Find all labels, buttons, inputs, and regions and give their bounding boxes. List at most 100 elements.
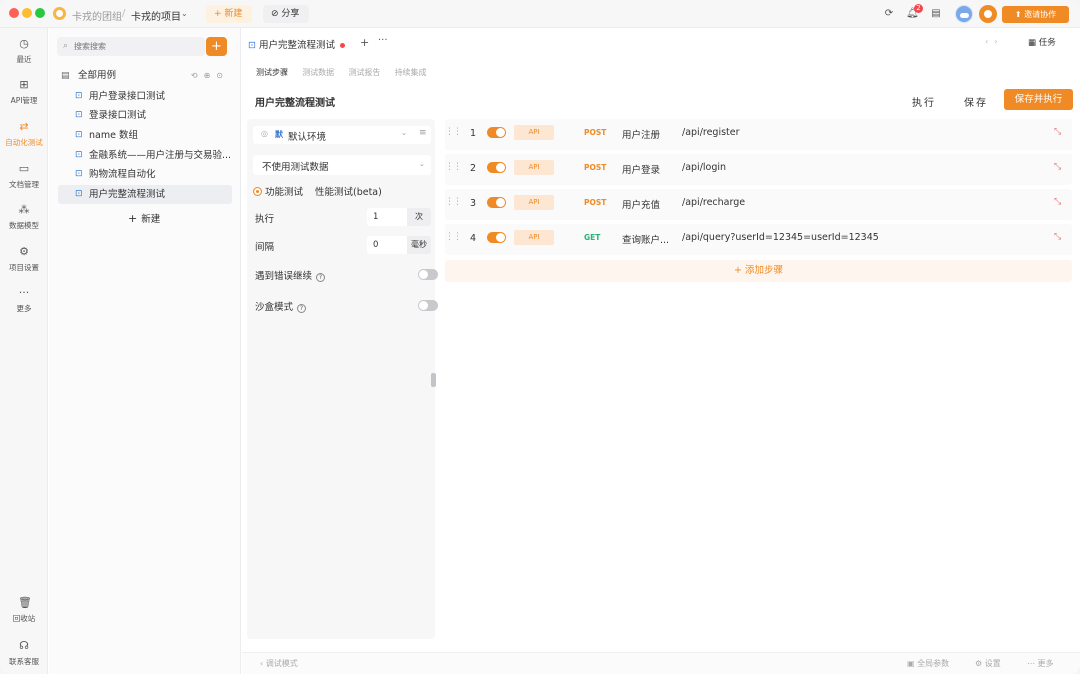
- global-params-button[interactable]: ▣ 全局参数: [907, 658, 949, 669]
- tree-item-label: 金融系统——用户注册与交易验...: [89, 150, 232, 161]
- tree-new-button[interactable]: + 新建: [128, 211, 160, 225]
- step-enabled-toggle[interactable]: [487, 162, 506, 173]
- nav-label: 最近: [16, 55, 32, 64]
- help-icon[interactable]: ?: [316, 273, 326, 282]
- unlink-icon[interactable]: ⤡: [1054, 232, 1061, 242]
- add-case-button[interactable]: +: [206, 37, 227, 56]
- minimize-window-button[interactable]: [22, 8, 32, 18]
- run-count-label: 执行: [255, 214, 275, 225]
- drag-handle-icon[interactable]: ⋮⋮: [445, 127, 462, 137]
- maximize-window-button[interactable]: [35, 8, 45, 18]
- tab-test-data[interactable]: 测试数据: [302, 67, 334, 78]
- search-box[interactable]: ⌕: [57, 37, 205, 56]
- interval-unit[interactable]: 毫秒: [407, 236, 431, 254]
- save-and-run-button[interactable]: 保存并执行: [1004, 89, 1073, 110]
- settings-button[interactable]: ⚙ 设置: [975, 658, 1001, 669]
- tab-test-steps[interactable]: 测试步骤: [256, 67, 288, 78]
- step-path: /api/register: [682, 127, 740, 138]
- sandbox-toggle[interactable]: [418, 300, 438, 311]
- step-row[interactable]: ⋮⋮ 4 API GET 查询账户... /api/query?userId=1…: [445, 224, 1072, 255]
- close-window-button[interactable]: [9, 8, 19, 18]
- share-button[interactable]: ⊘ 分享: [263, 5, 309, 23]
- step-row[interactable]: ⋮⋮ 2 API POST 用户登录 /api/login ⤡: [445, 154, 1072, 185]
- cloud-avatar[interactable]: [955, 5, 973, 23]
- nav-trash[interactable]: 🗑︎ 回收站: [0, 597, 48, 631]
- nav-data-model[interactable]: ⁂ 数据模型: [0, 204, 48, 238]
- task-button[interactable]: ▦ 任务: [1028, 36, 1056, 48]
- team-name[interactable]: 卡戎的团组: [72, 8, 122, 23]
- automation-icon: ⇄: [19, 120, 29, 133]
- test-case-icon: ⊡: [75, 150, 83, 160]
- drag-handle-icon[interactable]: ⋮⋮: [445, 232, 462, 242]
- panel-resize-handle[interactable]: [431, 373, 436, 387]
- test-data-select[interactable]: 不使用测试数据 ⌄: [253, 155, 431, 175]
- step-type-tag: API: [514, 195, 554, 210]
- gear-icon: ⚙: [975, 659, 985, 668]
- tree-item-label: 用户完整流程测试: [89, 189, 166, 200]
- step-path: /api/recharge: [682, 197, 746, 208]
- step-row[interactable]: ⋮⋮ 1 API POST 用户注册 /api/register ⤡: [445, 119, 1072, 150]
- debug-mode-button[interactable]: ‹ 调试模式: [260, 658, 298, 669]
- nav-automation-test[interactable]: ⇄ 自动化测试: [0, 121, 48, 155]
- step-enabled-toggle[interactable]: [487, 232, 506, 243]
- invite-button[interactable]: ⬆ 邀请协作: [1002, 6, 1069, 23]
- step-enabled-toggle[interactable]: [487, 197, 506, 208]
- tab-ci[interactable]: 持续集成: [395, 67, 427, 78]
- tree-root[interactable]: ▤ 全部用例 ⟲⊕⊙: [61, 68, 231, 84]
- run-count-input[interactable]: [367, 208, 407, 226]
- drag-handle-icon[interactable]: ⋮⋮: [445, 162, 462, 172]
- nav-more[interactable]: ··· 更多: [0, 287, 48, 321]
- tree-item[interactable]: ⊡ name 数组: [58, 126, 232, 145]
- nav-support[interactable]: ☊ 联系客服: [0, 640, 48, 674]
- tree-item[interactable]: ⊡ 用户登录接口测试: [58, 87, 232, 106]
- search-icon: ⌕: [63, 41, 69, 51]
- step-row[interactable]: ⋮⋮ 3 API POST 用户充值 /api/recharge ⤡: [445, 189, 1072, 220]
- user-avatar[interactable]: [979, 5, 997, 23]
- interval-label: 间隔: [255, 242, 275, 253]
- test-case-icon: ⊡: [75, 169, 83, 179]
- nav-recent[interactable]: ◷ 最近: [0, 38, 48, 72]
- nav-api-management[interactable]: ⊞ API管理: [0, 79, 48, 113]
- test-case-icon: ⊡: [75, 91, 83, 101]
- chevron-down-icon[interactable]: ⌄: [181, 9, 188, 18]
- tree-actions[interactable]: ⟲⊕⊙: [191, 68, 229, 84]
- run-config-panel: ◎ 默 默认环境 ⌄ ≡ 不使用测试数据 ⌄ 功能测试 性能测试(beta) 执…: [247, 119, 438, 639]
- search-input[interactable]: [74, 39, 200, 54]
- new-button[interactable]: + 新建: [206, 5, 252, 23]
- tree-item-selected[interactable]: ⊡ 用户完整流程测试: [58, 185, 232, 204]
- more-button[interactable]: ⋯ 更多: [1027, 658, 1054, 669]
- tree-item[interactable]: ⊡ 登录接口测试: [58, 106, 232, 125]
- nav-doc-management[interactable]: ▭ 文档管理: [0, 163, 48, 197]
- message-icon[interactable]: ▤: [930, 8, 942, 20]
- tree-item[interactable]: ⊡ 购物流程自动化: [58, 165, 232, 184]
- radio-performance[interactable]: 性能测试(beta): [315, 184, 382, 198]
- tree-item[interactable]: ⊡ 金融系统——用户注册与交易验...: [58, 146, 232, 165]
- sync-icon[interactable]: ⟳: [883, 8, 895, 20]
- tab-more-icon[interactable]: ···: [378, 35, 388, 46]
- drag-handle-icon[interactable]: ⋮⋮: [445, 197, 462, 207]
- tab-test-report[interactable]: 测试报告: [348, 67, 380, 78]
- save-button[interactable]: 保存: [964, 94, 988, 109]
- share-label: 分享: [281, 9, 300, 19]
- project-name[interactable]: 卡戎的项目: [131, 8, 181, 23]
- nav-project-settings[interactable]: ⚙ 项目设置: [0, 246, 48, 280]
- add-step-button[interactable]: + 添加步骤: [445, 260, 1072, 282]
- nav-arrows[interactable]: ‹›: [985, 37, 1003, 46]
- new-tab-button[interactable]: +: [360, 36, 369, 49]
- interval-input[interactable]: [367, 236, 407, 254]
- unlink-icon[interactable]: ⤡: [1054, 197, 1061, 207]
- more-icon: ⋯: [1027, 659, 1038, 668]
- run-button[interactable]: 执行: [912, 94, 936, 109]
- help-icon[interactable]: ?: [297, 304, 307, 313]
- environment-select[interactable]: ◎ 默 默认环境 ⌄ ≡: [253, 126, 431, 144]
- step-enabled-toggle[interactable]: [487, 127, 506, 138]
- status-bar: ‹ 调试模式 ▣ 全局参数 ⚙ 设置 ⋯ 更多: [242, 652, 1080, 674]
- doc-tab[interactable]: ⊡ 用户完整流程测试: [248, 37, 345, 51]
- clock-icon: ◷: [19, 37, 29, 50]
- env-settings-icon[interactable]: ≡: [419, 128, 427, 138]
- radio-functional[interactable]: 功能测试: [253, 187, 303, 198]
- more-icon: ···: [18, 286, 30, 299]
- unlink-icon[interactable]: ⤡: [1054, 162, 1061, 172]
- continue-on-error-toggle[interactable]: [418, 269, 438, 280]
- unlink-icon[interactable]: ⤡: [1054, 127, 1061, 137]
